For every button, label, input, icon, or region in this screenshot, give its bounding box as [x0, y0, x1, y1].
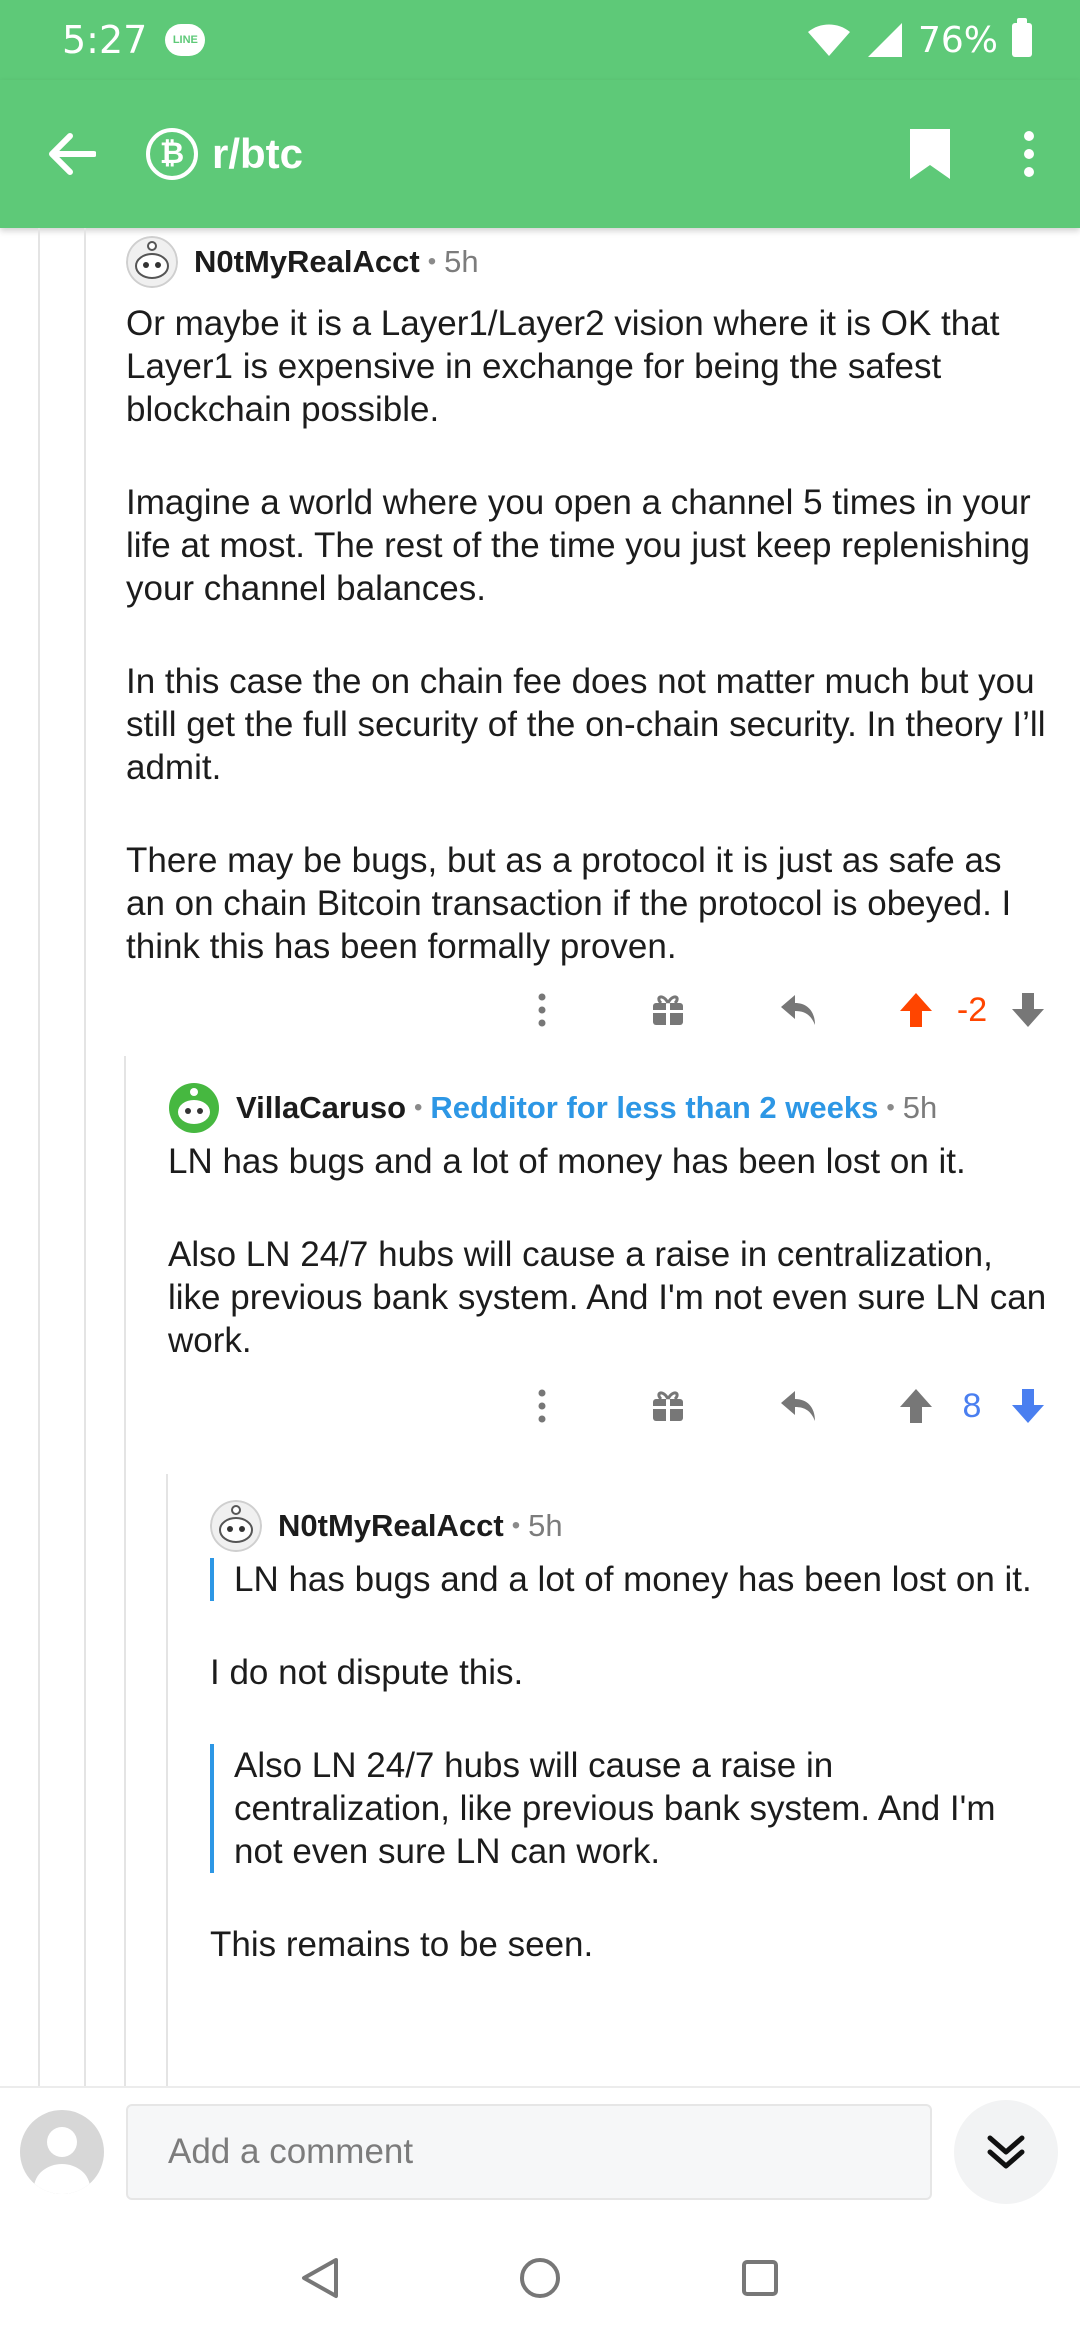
downvote-arrow-icon: [1012, 993, 1044, 1027]
username[interactable]: VillaCaruso: [236, 1090, 406, 1126]
wifi-icon: [807, 24, 850, 56]
reply-icon: [781, 1391, 815, 1421]
thread-line[interactable]: [124, 1056, 126, 2086]
comment-header: N0tMyRealAcct • 5h: [126, 230, 1050, 294]
thread-line[interactable]: [84, 228, 86, 2086]
downvote-button[interactable]: [1006, 1376, 1050, 1436]
overflow-menu-button[interactable]: [1004, 114, 1054, 194]
status-time: 5:27: [62, 18, 148, 62]
comment-paragraph: This remains to be seen.: [210, 1925, 594, 1964]
avatar[interactable]: [168, 1082, 220, 1134]
overflow-menu-icon: [1024, 131, 1034, 177]
comment-composer: Add a comment: [0, 2086, 1080, 2216]
line-notification-icon: LINE: [165, 24, 206, 56]
upvote-arrow-icon: [900, 993, 932, 1027]
gift-icon: [653, 995, 683, 1025]
comment-paragraph: In this case the on chain fee does not m…: [126, 662, 1046, 787]
upvote-button[interactable]: [894, 980, 938, 1040]
thread-line[interactable]: [38, 228, 40, 2086]
next-comment-button[interactable]: [954, 2100, 1058, 2204]
signal-icon: [867, 23, 902, 57]
more-vertical-icon: [538, 993, 546, 1027]
avatar[interactable]: [210, 1500, 262, 1552]
comment-paragraph: Also LN 24/7 hubs will cause a raise in …: [168, 1235, 1047, 1360]
bookmark-icon: [910, 129, 950, 179]
comment-header: VillaCaruso • Redditor for less than 2 w…: [168, 1076, 1050, 1140]
bookmark-button[interactable]: [890, 114, 970, 194]
comment-paragraph: LN has bugs and a lot of money has been …: [168, 1142, 966, 1181]
comment-actions: -2: [126, 980, 1050, 1040]
avatar[interactable]: [126, 236, 178, 288]
blockquote: LN has bugs and a lot of money has been …: [210, 1558, 1050, 1601]
quote-text: Also LN 24/7 hubs will cause a raise in …: [234, 1746, 996, 1871]
back-arrow-icon: [49, 133, 96, 175]
comment: N0tMyRealAcct • 5h Or maybe it is a Laye…: [126, 230, 1050, 1040]
square-recents-icon: [742, 2260, 778, 2296]
user-placeholder-icon: [34, 2127, 90, 2194]
more-vertical-icon: [538, 1389, 546, 1423]
nav-back-button[interactable]: [285, 2243, 355, 2313]
blockquote: Also LN 24/7 hubs will cause a raise in …: [210, 1744, 1050, 1873]
award-button[interactable]: [646, 1376, 690, 1436]
subreddit-title[interactable]: r/btc: [212, 130, 303, 178]
downvote-button[interactable]: [1006, 980, 1050, 1040]
comment: N0tMyRealAcct • 5h LN has bugs and a lot…: [210, 1494, 1050, 2016]
comment-paragraph: I do not dispute this.: [210, 1653, 524, 1692]
comment-age: 5h: [528, 1508, 563, 1543]
app-bar: ₿ r/btc: [0, 80, 1080, 228]
nav-home-button[interactable]: [505, 2243, 575, 2313]
battery-icon: [1012, 18, 1032, 57]
comment-header: N0tMyRealAcct • 5h: [210, 1494, 1050, 1558]
reply-button[interactable]: [774, 980, 824, 1040]
gift-icon: [653, 1391, 683, 1421]
battery-percent: 76%: [917, 19, 998, 61]
username[interactable]: N0tMyRealAcct: [194, 244, 420, 280]
nav-recents-button[interactable]: [725, 2243, 795, 2313]
award-button[interactable]: [646, 980, 690, 1040]
comment-paragraph: There may be bugs, but as a protocol it …: [126, 841, 1012, 966]
comment-more-button[interactable]: [522, 980, 562, 1040]
quote-text: LN has bugs and a lot of money has been …: [234, 1560, 1032, 1599]
comment-paragraph: Or maybe it is a Layer1/Layer2 vision wh…: [126, 304, 1000, 429]
upvote-arrow-icon: [900, 1389, 932, 1423]
separator-dot: •: [886, 1094, 895, 1121]
status-icons: 76%: [806, 18, 1032, 61]
comment-paragraph: Imagine a world where you open a channel…: [126, 483, 1031, 608]
bitcoin-icon: ₿: [146, 128, 198, 180]
separator-dot: •: [427, 248, 437, 275]
separator-dot: •: [511, 1512, 521, 1539]
reply-icon: [781, 995, 815, 1025]
comment-actions: 8: [168, 1376, 1050, 1436]
system-nav-bar: [0, 2216, 1080, 2340]
user-avatar[interactable]: [20, 2110, 104, 2194]
status-bar: 5:27 LINE 76%: [0, 0, 1080, 80]
separator-dot: •: [414, 1094, 423, 1121]
reply-button[interactable]: [774, 1376, 824, 1436]
triangle-back-icon: [302, 2258, 338, 2298]
downvote-arrow-icon: [1012, 1389, 1044, 1423]
add-comment-input[interactable]: Add a comment: [126, 2104, 932, 2200]
comment-more-button[interactable]: [522, 1376, 562, 1436]
circle-home-icon: [520, 2258, 560, 2298]
user-flair: Redditor for less than 2 weeks: [430, 1090, 879, 1125]
app-bar-actions: [890, 114, 1054, 194]
score: -2: [956, 990, 988, 1029]
comment: VillaCaruso • Redditor for less than 2 w…: [168, 1076, 1050, 1436]
upvote-button[interactable]: [894, 1376, 938, 1436]
comment-age: 5h: [902, 1090, 938, 1125]
comment-thread: N0tMyRealAcct • 5h Or maybe it is a Laye…: [0, 228, 1080, 2086]
username[interactable]: N0tMyRealAcct: [278, 1508, 504, 1544]
back-button[interactable]: [22, 104, 122, 204]
score: 8: [962, 1386, 982, 1425]
thread-line[interactable]: [166, 1474, 168, 2086]
double-chevron-down-icon: [987, 2135, 1025, 2169]
comment-age: 5h: [444, 244, 479, 279]
